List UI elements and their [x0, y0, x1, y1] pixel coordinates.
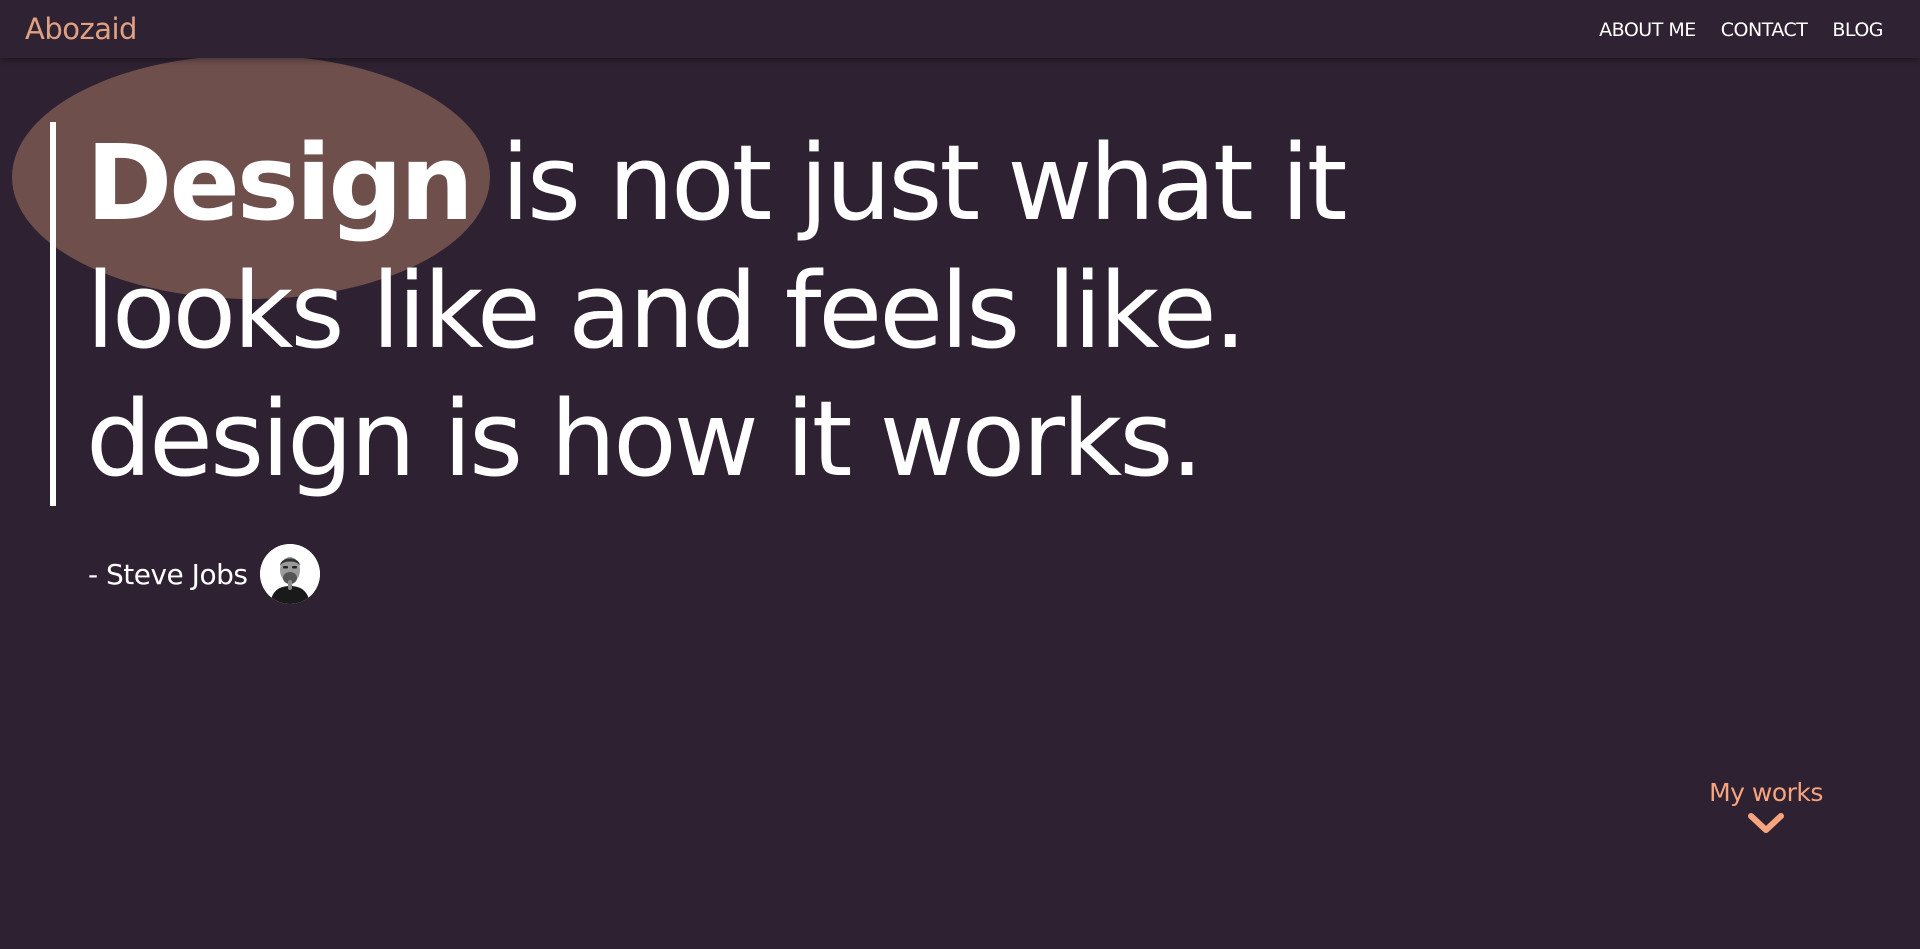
quote-line-2: looks like and feels like.: [86, 250, 1247, 372]
quote-author: - Steve Jobs: [88, 544, 321, 604]
chevron-down-icon: [1748, 813, 1784, 833]
nav-links: ABOUT ME CONTACT BLOG: [1599, 19, 1883, 41]
quote-bar: [50, 122, 56, 506]
quote-line-1: Design is not just what it: [86, 119, 1348, 247]
quote-line-3: design is how it works.: [86, 378, 1204, 500]
avatar: [260, 544, 321, 604]
nav-item-about-me[interactable]: ABOUT ME: [1599, 19, 1696, 41]
nav-item-contact[interactable]: CONTACT: [1721, 19, 1808, 41]
page: Abozaid ABOUT ME CONTACT BLOG Design is …: [0, 0, 1920, 949]
author-name: - Steve Jobs: [88, 557, 248, 591]
brand-logo[interactable]: Abozaid: [25, 12, 137, 46]
my-works-label: My works: [1709, 778, 1823, 807]
my-works-link[interactable]: My works: [1700, 778, 1832, 835]
quote-emphasis: Design: [86, 122, 474, 244]
nav-item-blog[interactable]: BLOG: [1832, 19, 1883, 41]
quote-line-1-rest: is not just what it: [470, 122, 1348, 244]
navbar: Abozaid ABOUT ME CONTACT BLOG: [0, 0, 1920, 58]
hero-quote: Design is not just what it looks like an…: [86, 119, 1348, 503]
